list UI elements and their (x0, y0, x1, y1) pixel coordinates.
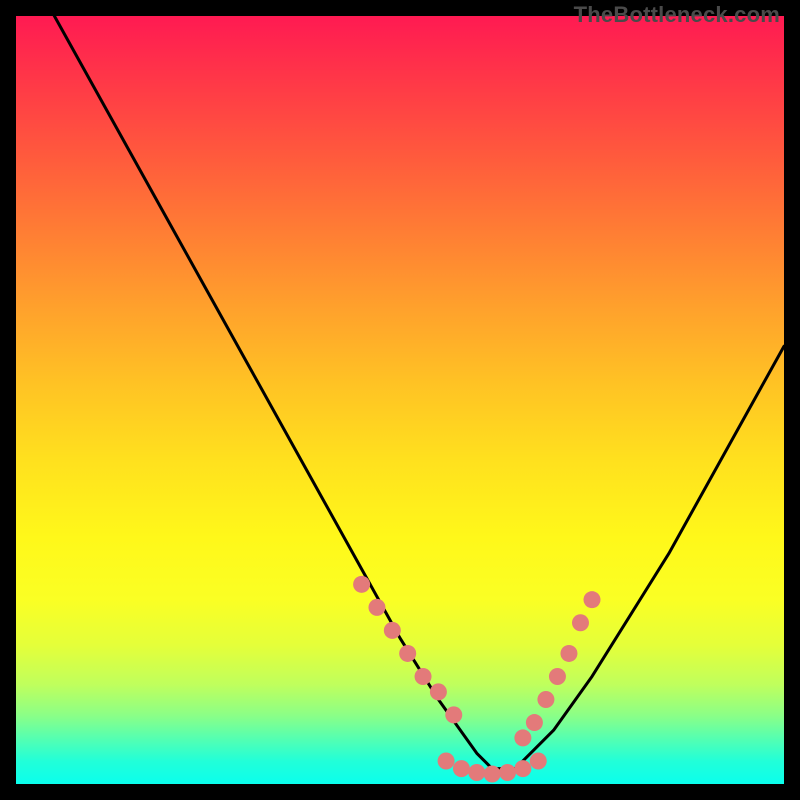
chart-svg (16, 16, 784, 784)
marker-dot (468, 764, 485, 781)
marker-dot (514, 760, 531, 777)
marker-dot (526, 714, 543, 731)
markers-left (353, 576, 462, 724)
marker-dot (353, 576, 370, 593)
marker-dot (415, 668, 432, 685)
marker-dot (537, 691, 554, 708)
markers-bottom (438, 752, 547, 782)
marker-dot (560, 645, 577, 662)
marker-dot (399, 645, 416, 662)
marker-dot (530, 752, 547, 769)
marker-dot (572, 614, 589, 631)
marker-dot (484, 766, 501, 783)
watermark-text: TheBottleneck.com (574, 2, 780, 28)
marker-dot (453, 760, 470, 777)
marker-dot (584, 591, 601, 608)
marker-dot (514, 729, 531, 746)
marker-dot (445, 706, 462, 723)
chart-frame (16, 16, 784, 784)
marker-dot (368, 599, 385, 616)
marker-dot (549, 668, 566, 685)
marker-dot (438, 752, 455, 769)
marker-dot (499, 764, 516, 781)
marker-dot (430, 683, 447, 700)
marker-dot (384, 622, 401, 639)
